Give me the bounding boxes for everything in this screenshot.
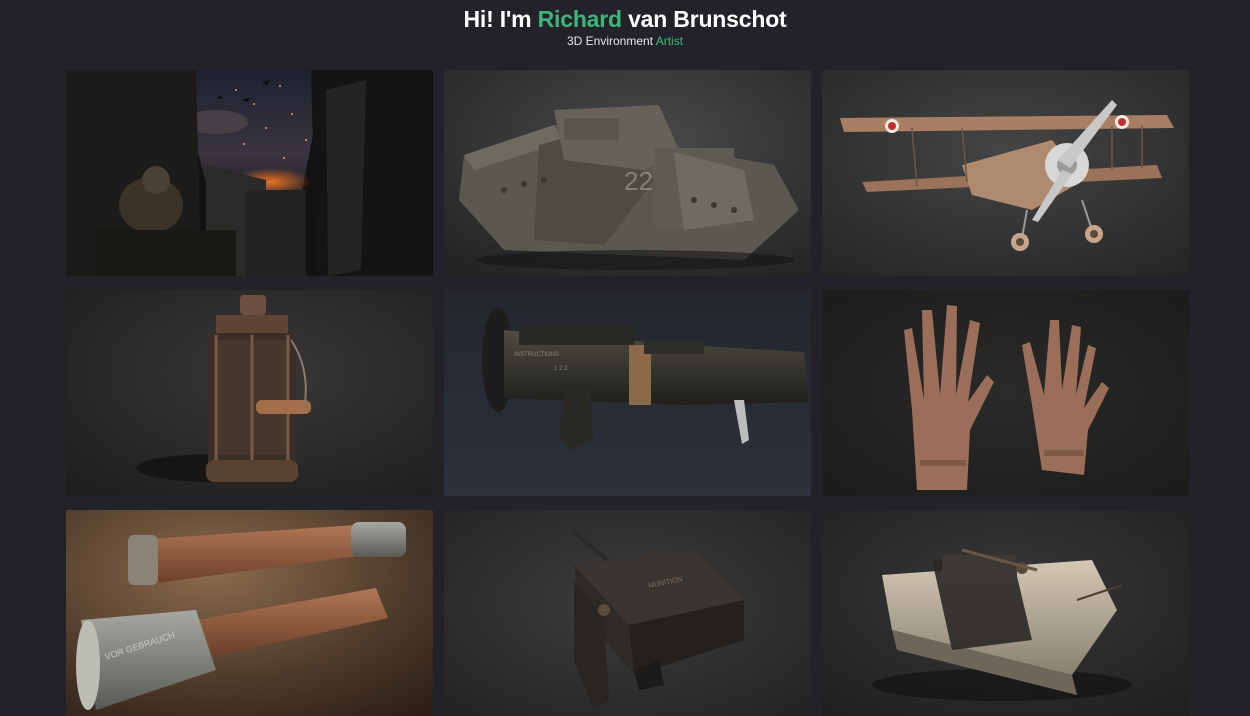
portfolio-tile-stick-grenades[interactable]: VOR GEBRAUCH — [66, 510, 433, 716]
portfolio-tile-gloves[interactable] — [822, 290, 1189, 496]
stick-grenades-thumbnail: VOR GEBRAUCH — [66, 510, 433, 716]
svg-text:INSTRUCTIONS: INSTRUCTIONS — [514, 352, 559, 358]
site-header: Hi! I'm Richard van Brunschot 3D Environ… — [0, 0, 1250, 49]
subtitle-role: 3D Environment — [566, 34, 654, 48]
portfolio-grid: 22 INSTRUCTIONS 1 2 3 VOR GEBRAUCH MUNIT… — [66, 70, 1189, 716]
portfolio-tile-explosive-charge[interactable] — [822, 510, 1189, 716]
lantern-thumbnail — [66, 290, 433, 496]
portfolio-tile-tank[interactable]: 22 — [444, 70, 811, 276]
explosive-charge-thumbnail — [822, 510, 1189, 716]
trench-scene-thumbnail — [66, 70, 433, 276]
svg-text:1 2 3: 1 2 3 — [554, 366, 568, 372]
page-title: Hi! I'm Richard van Brunschot — [0, 0, 1250, 33]
portfolio-tile-trench-scene[interactable] — [66, 70, 433, 276]
svg-text:22: 22 — [624, 166, 653, 196]
biplane-thumbnail — [822, 70, 1189, 276]
portfolio-tile-biplane[interactable] — [822, 70, 1189, 276]
portfolio-tile-rocket-launcher[interactable]: INSTRUCTIONS 1 2 3 — [444, 290, 811, 496]
subtitle-role-accent: Artist — [655, 34, 684, 48]
portfolio-tile-lantern[interactable] — [66, 290, 433, 496]
field-box-thumbnail: MUNITION — [444, 510, 811, 716]
gloves-thumbnail — [822, 290, 1189, 496]
portfolio-tile-field-box[interactable]: MUNITION — [444, 510, 811, 716]
page-subtitle: 3D Environment Artist — [0, 33, 1250, 49]
rocket-launcher-thumbnail: INSTRUCTIONS 1 2 3 — [444, 290, 811, 496]
title-last-name: van Brunschot — [628, 6, 787, 32]
tank-thumbnail: 22 — [444, 70, 811, 276]
title-greeting: Hi! I'm — [463, 6, 532, 32]
title-first-name: Richard — [537, 6, 622, 32]
